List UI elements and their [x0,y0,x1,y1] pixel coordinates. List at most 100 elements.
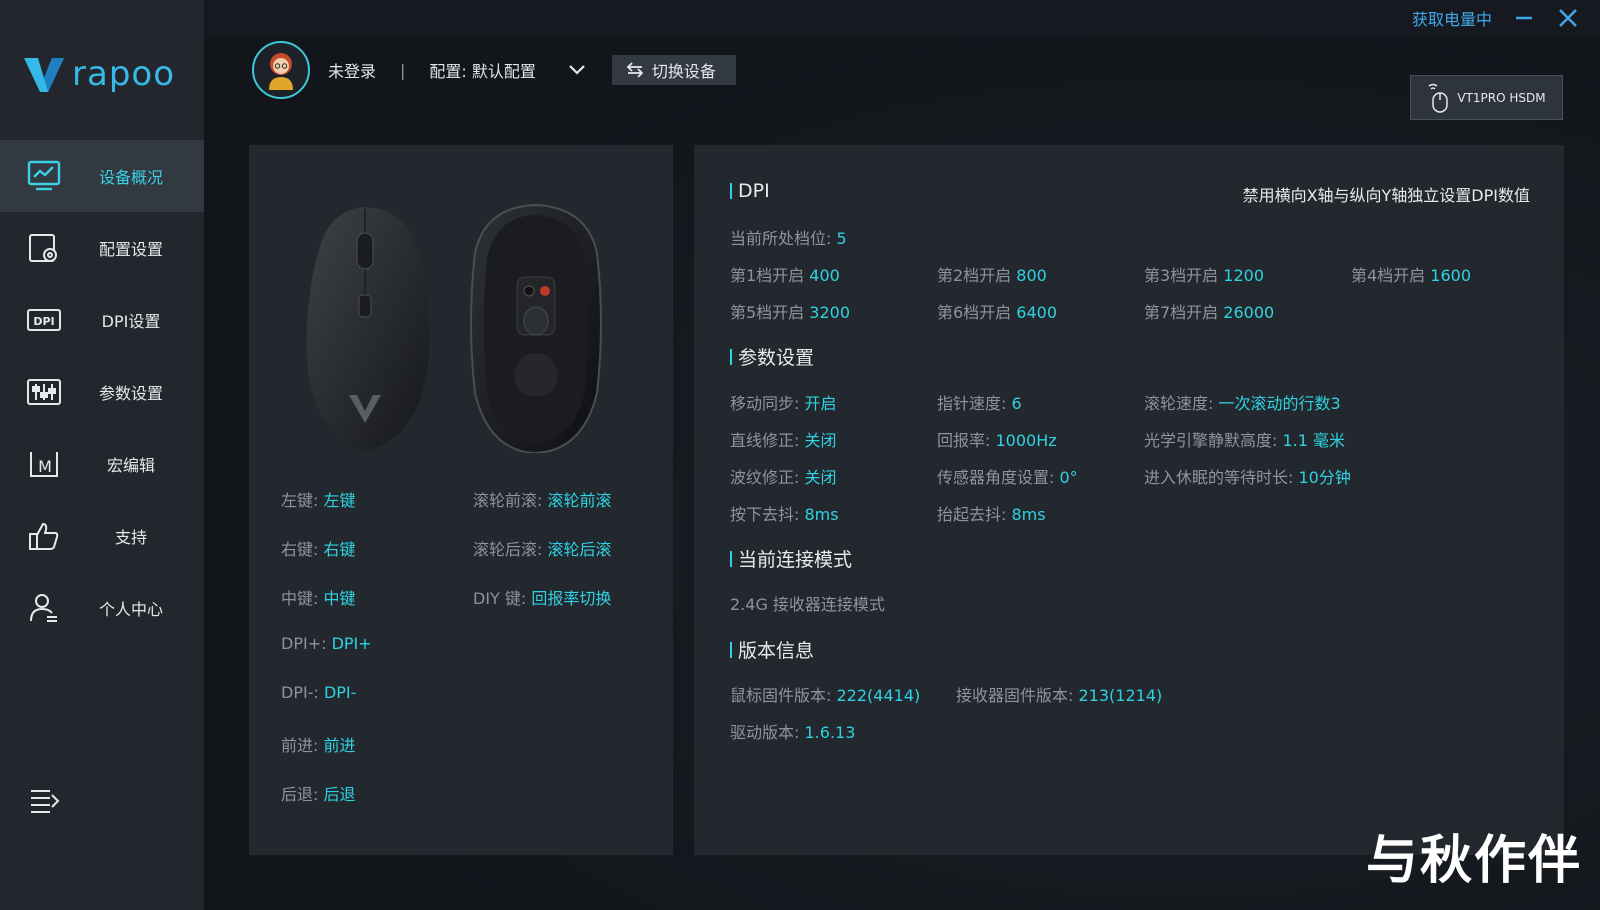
param-sensor-angle: 传感器角度设置: 0° [937,464,1078,488]
dpi-level-value: 400 [809,266,840,285]
btn-dpi-plus-value: DPI+ [331,634,372,653]
param-key: 抬起去抖: [937,505,1007,524]
section-marker [730,183,732,199]
user-icon [24,588,64,628]
param-key: 直线修正: [730,431,800,450]
close-button[interactable] [1556,6,1580,30]
param-value: 6 [1011,394,1022,413]
dpi-level-value: 1200 [1223,266,1264,285]
mouse-firmware-row: 鼠标固件版本: 222(4414) [730,682,920,706]
section-marker [730,348,732,365]
param-scroll-speed: 滚轮速度: 一次滚动的行数3 [1144,390,1341,414]
param-value: 0° [1059,468,1078,487]
connection-mode-text: 2.4G 接收器连接模式 [730,595,885,614]
mouse-images [299,203,629,455]
btn-middle-row[interactable]: 中键: 中键 [281,585,356,609]
btn-left-key: 左键: [281,491,319,510]
dpi-icon: DPI [24,300,64,340]
sidebar-item-device-overview[interactable]: 设备概况 [0,140,204,212]
monitor-chart-icon [24,156,64,196]
param-key: 进入休眠的等待时长: [1144,468,1294,487]
dpi-level-value: 3200 [809,303,850,322]
config-dropdown[interactable] [566,59,588,81]
sidebar-item-params[interactable]: 参数设置 [0,356,204,428]
login-status[interactable]: 未登录 [328,58,376,82]
param-key: 光学引擎静默高度: [1144,431,1278,450]
param-press-debounce: 按下去抖: 8ms [730,501,839,525]
btn-scroll-down-row[interactable]: 滚轮后滚: 滚轮后滚 [473,536,612,560]
driver-version-row: 驱动版本: 1.6.13 [730,719,855,743]
btn-forward-row[interactable]: 前进: 前进 [281,732,356,756]
receiver-firmware-key: 接收器固件版本: [956,686,1074,705]
dpi-current-value: 5 [836,229,847,248]
dpi-level-key: 第3档开启 [1144,266,1219,285]
config-selector-label[interactable]: 配置: 默认配置 [429,58,535,82]
device-selector-button[interactable]: VT1PRO HSDM [1410,75,1563,120]
dpi-level-7: 第7档开启 26000 [1144,299,1274,323]
sidebar-item-label: DPI设置 [101,312,161,331]
sidebar-item-label: 支持 [114,528,147,547]
collapse-menu-icon[interactable] [28,786,62,820]
sidebar-item-macro[interactable]: M 宏编辑 [0,428,204,500]
connection-mode: 2.4G 接收器连接模式 [730,591,885,615]
section-marker [730,550,732,567]
param-value: 关闭 [804,468,837,487]
param-value: 8ms [1011,505,1046,524]
sidebar-item-support[interactable]: 支持 [0,500,204,572]
btn-dpi-plus-row[interactable]: DPI+: DPI+ [281,634,372,653]
dpi-section-title: DPI [730,180,770,202]
receiver-firmware-value: 213(1214) [1078,686,1163,705]
driver-version-key: 驱动版本: [730,723,800,742]
dpi-level-1: 第1档开启 400 [730,262,840,286]
param-key: 指针速度: [937,394,1007,413]
sidebar-item-config[interactable]: 配置设置 [0,212,204,284]
sidebar-item-dpi[interactable]: DPI DPI设置 [0,284,204,356]
battery-status: 获取电量中 [1411,10,1492,29]
svg-text:DPI: DPI [33,315,54,328]
btn-back-row[interactable]: 后退: 后退 [281,781,356,805]
svg-text:M: M [38,457,52,476]
sliders-icon [24,372,64,412]
btn-scroll-up-row[interactable]: 滚轮前滚: 滚轮前滚 [473,487,612,511]
separator: | [400,60,406,80]
device-info-panel: DPI 禁用横向X轴与纵向Y轴独立设置DPI数值 当前所处档位: 5 第1档开启… [694,145,1564,855]
dpi-level-key: 第5档开启 [730,303,805,322]
btn-middle-key: 中键: [281,589,319,608]
btn-left-row[interactable]: 左键: 左键 [281,487,356,511]
driver-version-value: 1.6.13 [804,723,856,742]
title-bar [204,0,1600,38]
dpi-level-6: 第6档开启 6400 [937,299,1057,323]
dpi-level-2: 第2档开启 800 [937,262,1047,286]
param-value: 8ms [804,505,839,524]
sidebar-item-label: 配置设置 [98,240,163,259]
user-bar: 未登录 | 配置: 默认配置 切换设备 [252,41,736,99]
param-release-debounce: 抬起去抖: 8ms [937,501,1046,525]
param-key: 移动同步: [730,394,800,413]
minimize-button[interactable] [1512,6,1536,30]
btn-diy-value: 回报率切换 [531,589,612,608]
sidebar-item-label: 个人中心 [98,600,163,619]
switch-device-button[interactable]: 切换设备 [611,55,736,85]
sidebar-item-personal[interactable]: 个人中心 [0,572,204,644]
btn-right-row[interactable]: 右键: 右键 [281,536,356,560]
btn-diy-row[interactable]: DIY 键: 回报率切换 [473,585,611,609]
param-ripple: 波纹修正: 关闭 [730,464,837,488]
param-value: 关闭 [804,431,837,450]
app-window: rapoo 设备概况 配置设置 DPI DPI设置 参数设置 M 宏编辑 支持 … [0,0,1600,910]
minimize-icon [1516,16,1532,20]
dpi-level-value: 6400 [1016,303,1057,322]
dpi-level-key: 第1档开启 [730,266,805,285]
param-key: 传感器角度设置: [937,468,1055,487]
btn-right-value: 右键 [323,540,356,559]
switch-device-label: 切换设备 [651,62,716,81]
param-pointer-speed: 指针速度: 6 [937,390,1022,414]
avatar[interactable] [252,41,310,99]
param-motion-sync: 移动同步: 开启 [730,390,837,414]
config-gear-icon [24,228,64,268]
btn-dpi-minus-row[interactable]: DPI-: DPI- [281,683,356,702]
param-value: 1000Hz [995,431,1057,450]
param-key: 按下去抖: [730,505,800,524]
dpi-level-key: 第6档开启 [937,303,1012,322]
btn-scroll-down-value: 滚轮后滚 [547,540,612,559]
mouse-top-bottom-image [306,203,602,455]
